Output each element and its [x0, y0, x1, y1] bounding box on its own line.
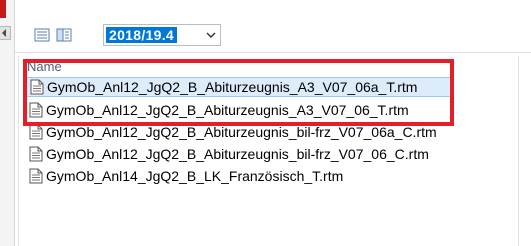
document-icon: [29, 146, 43, 162]
pane-marker: [0, 0, 6, 18]
list-item[interactable]: GymOb_Anl14_JgQ2_B_LK_Französisch_T.rtm: [26, 166, 343, 186]
toolbar: 2018/19.4: [15, 0, 531, 53]
file-name: GymOb_Anl12_JgQ2_B_Abiturzeugnis_A3_V07_…: [47, 79, 418, 95]
document-icon: [29, 124, 43, 140]
period-select[interactable]: 2018/19.4: [103, 24, 221, 46]
details-pane-icon[interactable]: [56, 27, 72, 43]
column-divider: [18, 56, 19, 246]
column-header-name[interactable]: Name: [27, 59, 62, 74]
document-icon: [29, 168, 43, 184]
file-name: GymOb_Anl12_JgQ2_B_Abiturzeugnis_bil-frz…: [46, 124, 437, 140]
document-icon: [30, 79, 44, 95]
file-name: GymOb_Anl14_JgQ2_B_LK_Französisch_T.rtm: [46, 168, 344, 184]
list-item[interactable]: GymOb_Anl12_JgQ2_B_Abiturzeugnis_A3_V07_…: [26, 100, 409, 120]
list-item[interactable]: GymOb_Anl12_JgQ2_B_Abiturzeugnis_bil-frz…: [26, 144, 429, 164]
document-icon: [29, 102, 43, 118]
left-navigation-pane: [0, 0, 15, 246]
list-view-icon[interactable]: [34, 27, 50, 43]
file-name: GymOb_Anl12_JgQ2_B_Abiturzeugnis_A3_V07_…: [46, 102, 409, 118]
scroll-left-arrow[interactable]: [0, 26, 11, 40]
period-select-value: 2018/19.4: [106, 27, 177, 43]
list-item[interactable]: GymOb_Anl12_JgQ2_B_Abiturzeugnis_A3_V07_…: [26, 77, 454, 97]
chevron-down-icon[interactable]: [206, 30, 216, 40]
file-name: GymOb_Anl12_JgQ2_B_Abiturzeugnis_bil-frz…: [46, 146, 429, 162]
column-divider: [518, 56, 519, 246]
list-item[interactable]: GymOb_Anl12_JgQ2_B_Abiturzeugnis_bil-frz…: [26, 122, 437, 142]
file-list: Name GymOb_Anl12_JgQ2_B_Abiturzeugnis_A3…: [15, 56, 531, 246]
